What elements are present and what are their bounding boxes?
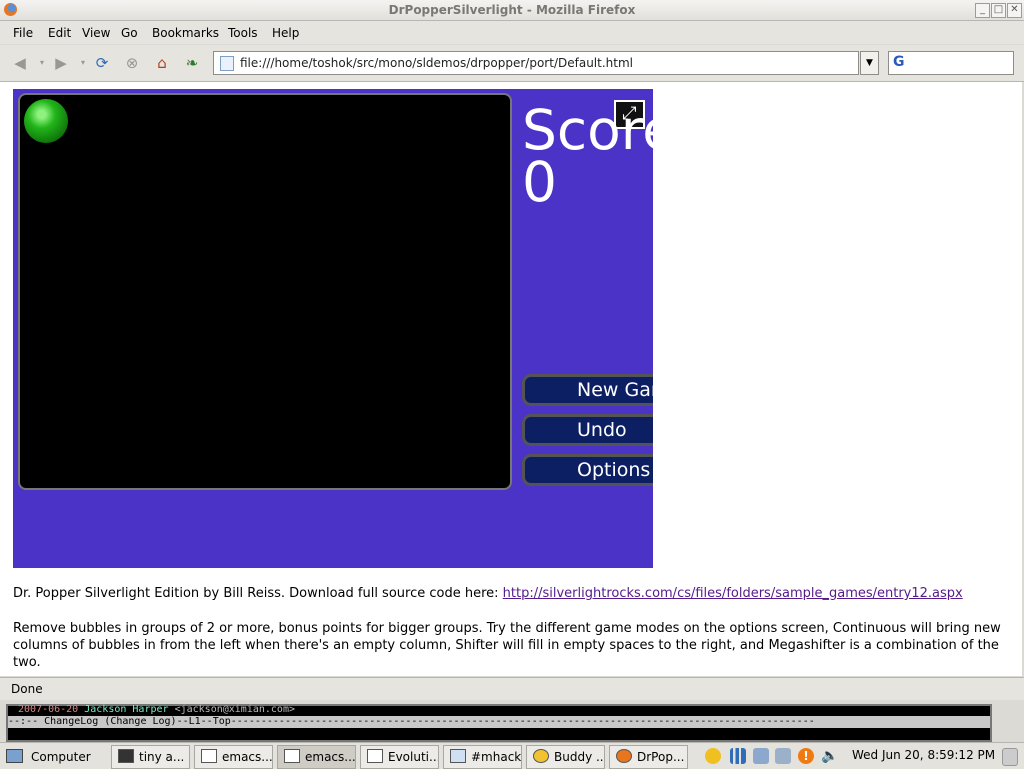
volume-icon[interactable]: 🔈 xyxy=(821,748,838,764)
window-titlebar: DrPopperSilverlight - Mozilla Firefox _ … xyxy=(0,0,1024,21)
navigation-toolbar: ◀ ▾ ▶ ▾ ⟳ ⊗ ⌂ ❧ file:///home/toshok/src/… xyxy=(0,45,1024,82)
menu-tools[interactable]: Tools xyxy=(228,26,258,40)
menu-edit[interactable]: Edit xyxy=(48,26,71,40)
source-link[interactable]: http://silverlightrocks.com/cs/files/fol… xyxy=(503,586,963,601)
google-search-icon[interactable]: G xyxy=(893,54,905,70)
back-dropdown-icon[interactable]: ▾ xyxy=(33,54,51,72)
task-emacs-2[interactable]: emacs... xyxy=(277,745,356,769)
emacs-buffer[interactable]: 2007-06-20 Jackson Harper <jackson@ximia… xyxy=(6,704,992,742)
minimize-button[interactable]: _ xyxy=(975,3,990,18)
computer-icon xyxy=(6,749,23,763)
taskbar: Computer tiny a... emacs... emacs... Evo… xyxy=(0,742,1024,769)
task-buddy-list[interactable]: Buddy ... xyxy=(526,745,605,769)
menu-bookmarks[interactable]: Bookmarks xyxy=(152,26,219,40)
menu-bar: File Edit View Go Bookmarks Tools Help xyxy=(0,21,1024,44)
task-firefox[interactable]: DrPop... xyxy=(609,745,688,769)
task-terminal[interactable]: tiny a... xyxy=(111,745,190,769)
green-bubble[interactable] xyxy=(24,99,68,143)
window-icon xyxy=(284,749,300,763)
network-signal-icon[interactable] xyxy=(730,748,746,764)
task-label: DrPop... xyxy=(637,750,685,764)
maximize-button[interactable]: □ xyxy=(991,3,1006,18)
menu-help[interactable]: Help xyxy=(272,26,299,40)
chat-icon xyxy=(450,749,466,763)
firefox-icon xyxy=(616,749,632,763)
changelog-date: 2007-06-20 xyxy=(18,704,79,715)
stop-icon[interactable]: ⊗ xyxy=(123,54,141,72)
status-text: Done xyxy=(11,682,43,696)
window-title: DrPopperSilverlight - Mozilla Firefox xyxy=(388,3,636,17)
terminal-icon xyxy=(118,749,134,763)
task-evolution[interactable]: Evoluti... xyxy=(360,745,439,769)
menu-go[interactable]: Go xyxy=(121,26,138,40)
window-icon xyxy=(201,749,217,763)
buddy-tray-icon[interactable] xyxy=(705,748,721,764)
game-board[interactable] xyxy=(18,93,512,490)
task-emacs-1[interactable]: emacs... xyxy=(194,745,273,769)
changelog-author: Jackson Harper xyxy=(84,704,169,715)
task-label: Evoluti... xyxy=(388,750,439,764)
credit-text: Dr. Popper Silverlight Edition by Bill R… xyxy=(13,586,503,601)
task-label: Buddy ... xyxy=(554,750,605,764)
options-label: Options xyxy=(577,459,651,481)
instructions-text: Remove bubbles in groups of 2 or more, b… xyxy=(13,621,1001,670)
home-icon[interactable]: ⌂ xyxy=(153,54,171,72)
task-label: emacs... xyxy=(222,750,273,764)
undo-button[interactable]: Undo xyxy=(522,414,653,446)
task-irc[interactable]: #mhack xyxy=(443,745,522,769)
back-arrow-icon[interactable]: ◀ xyxy=(11,54,29,72)
task-label: #mhack xyxy=(471,750,522,764)
changelog-line: 2007-06-20 Jackson Harper <jackson@ximia… xyxy=(18,704,295,715)
computer-tray-icon[interactable] xyxy=(775,748,791,764)
forward-arrow-icon[interactable]: ▶ xyxy=(52,54,70,72)
status-bar: Done xyxy=(0,677,1024,700)
close-button[interactable]: ✕ xyxy=(1007,3,1022,18)
envelope-icon xyxy=(367,749,383,763)
computer-menu[interactable]: Computer xyxy=(6,747,91,767)
url-dropdown-button[interactable]: ▼ xyxy=(860,51,879,75)
leaf-icon[interactable]: ❧ xyxy=(183,54,201,72)
url-bar[interactable]: file:///home/toshok/src/mono/sldemos/drp… xyxy=(213,51,859,75)
score-value: 0 xyxy=(522,150,557,214)
url-text: file:///home/toshok/src/mono/sldemos/drp… xyxy=(240,56,633,70)
page-content: ⤢ Score 0 New Game Undo Options Dr. Popp… xyxy=(0,82,1022,676)
network-icon[interactable] xyxy=(753,748,769,764)
undo-label: Undo xyxy=(577,419,627,441)
task-label: emacs... xyxy=(305,750,356,764)
buddy-icon xyxy=(533,749,549,763)
new-game-button[interactable]: New Game xyxy=(522,374,653,406)
new-game-label: New Game xyxy=(577,379,653,401)
page-icon xyxy=(220,56,234,71)
clock[interactable]: Wed Jun 20, 8:59:12 PM xyxy=(852,748,995,762)
alert-icon[interactable]: ! xyxy=(798,748,814,764)
computer-label: Computer xyxy=(31,750,91,764)
forward-dropdown-icon[interactable]: ▾ xyxy=(74,54,92,72)
options-button[interactable]: Options xyxy=(522,454,653,486)
search-input[interactable]: G xyxy=(888,51,1014,75)
emacs-modeline: --:-- ChangeLog (Change Log)--L1--Top---… xyxy=(8,716,990,728)
menu-file[interactable]: File xyxy=(13,26,33,40)
menu-view[interactable]: View xyxy=(82,26,110,40)
task-label: tiny a... xyxy=(139,750,185,764)
credit-paragraph: Dr. Popper Silverlight Edition by Bill R… xyxy=(13,586,963,601)
reload-icon[interactable]: ⟳ xyxy=(93,54,111,72)
emacs-window[interactable]: 2007-06-20 Jackson Harper <jackson@ximia… xyxy=(0,700,1024,742)
silverlight-game[interactable]: ⤢ Score 0 New Game Undo Options xyxy=(13,89,653,568)
show-desktop-icon[interactable] xyxy=(1002,748,1018,766)
changelog-email: <jackson@ximian.com> xyxy=(174,704,295,715)
